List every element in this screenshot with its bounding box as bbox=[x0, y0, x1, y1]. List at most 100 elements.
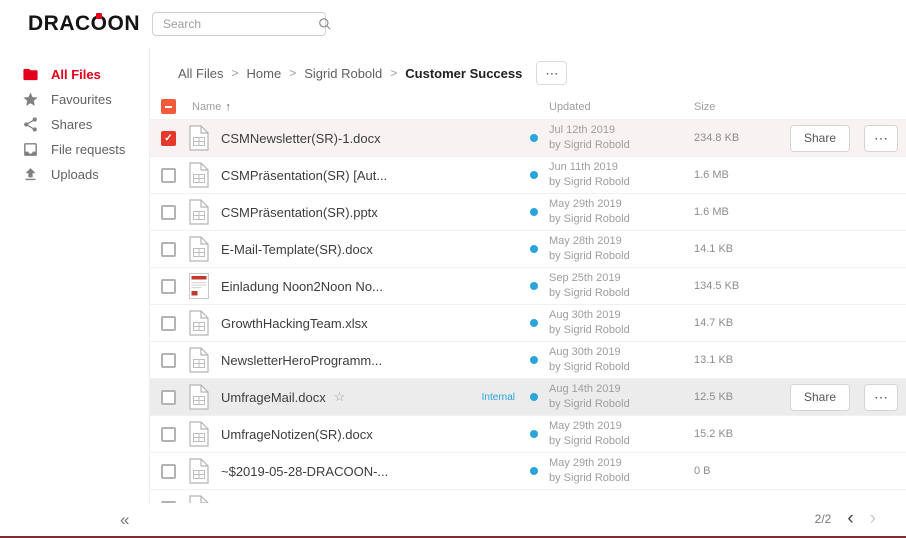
status-dot bbox=[530, 208, 538, 216]
row-checkbox[interactable] bbox=[161, 389, 176, 405]
table-row[interactable]: NewsletterHeroProgramm... Aug 30th 2019 by… bbox=[150, 342, 906, 379]
document-file-icon bbox=[189, 162, 209, 188]
sidebar: All Files Favourites Shares File requests Up… bbox=[0, 48, 150, 536]
table-row[interactable]: Einladung Noon2Noon No... Sep 25th 2019 by… bbox=[150, 268, 906, 305]
upload-icon bbox=[22, 166, 39, 183]
status-dot bbox=[530, 319, 538, 327]
row-more-button[interactable]: ⋯ bbox=[864, 383, 898, 411]
updated-cell: May 28th 2019 by Sigrid Robold bbox=[549, 234, 694, 264]
table-row[interactable]: ~$2019-05-28-DRACOON-... May 29th 2019 by … bbox=[150, 453, 906, 490]
row-checkbox[interactable] bbox=[161, 278, 176, 294]
row-checkbox[interactable] bbox=[161, 204, 176, 220]
name-cell: CSMPräsentation(SR) [Aut... bbox=[221, 168, 519, 183]
name-cell: GrowthHackingTeam.xlsx bbox=[221, 316, 519, 331]
size-cell: 0 B bbox=[694, 465, 711, 477]
row-checkbox[interactable] bbox=[161, 426, 176, 442]
image-thumbnail-icon bbox=[189, 273, 209, 299]
share-cell: Share bbox=[786, 124, 850, 152]
column-header-size[interactable]: Size bbox=[694, 101, 786, 113]
share-button[interactable]: Share bbox=[789, 383, 850, 411]
file-name[interactable]: UmfrageNotizen(SR).docx bbox=[221, 427, 373, 442]
updated-by: by Sigrid Robold bbox=[549, 213, 630, 225]
status-dot bbox=[530, 245, 538, 253]
updated-by: by Sigrid Robold bbox=[549, 324, 630, 336]
name-cell: E-Mail-Template(SR).docx bbox=[221, 242, 519, 257]
sidebar-item-label: Uploads bbox=[51, 167, 99, 182]
row-checkbox[interactable] bbox=[161, 463, 176, 479]
sidebar-item-label: All Files bbox=[51, 67, 101, 82]
file-name[interactable]: CSMPräsentation(SR).pptx bbox=[221, 205, 378, 220]
breadcrumb-separator: > bbox=[390, 66, 398, 80]
updated-by: by Sigrid Robold bbox=[549, 250, 630, 262]
document-file-icon bbox=[189, 458, 209, 484]
file-name[interactable]: UmfrageMail.docx bbox=[221, 390, 326, 405]
sidebar-item-shares[interactable]: Shares bbox=[0, 112, 149, 137]
breadcrumb-more-button[interactable]: ⋯ bbox=[536, 61, 568, 85]
column-header-updated[interactable]: Updated bbox=[549, 101, 694, 113]
sort-ascending-icon: ↑ bbox=[225, 100, 231, 113]
sidebar-item-file-requests[interactable]: File requests bbox=[0, 137, 149, 162]
updated-date: Jul 12th 2019 bbox=[549, 124, 616, 137]
select-all-checkbox[interactable] bbox=[161, 99, 176, 114]
table-row[interactable]: CSMNewsletter(SR)-1.docx Jul 12th 2019 by … bbox=[150, 120, 906, 157]
breadcrumb-item[interactable]: All Files bbox=[178, 66, 224, 81]
row-checkbox[interactable] bbox=[161, 241, 176, 257]
sidebar-item-all-files[interactable]: All Files bbox=[0, 62, 149, 87]
table-row[interactable]: CSMPräsentation(SR).pptx May 29th 2019 by … bbox=[150, 194, 906, 231]
collapse-sidebar-button[interactable]: « bbox=[120, 510, 129, 530]
search-input[interactable] bbox=[153, 17, 318, 31]
updated-by: by Sigrid Robold bbox=[549, 435, 630, 447]
table-row[interactable]: CSMPräsentation(SR) [Aut... Jun 11th 2019… bbox=[150, 157, 906, 194]
table-row[interactable]: GrowthHackingTeam.xlsx Aug 30th 2019 by Si… bbox=[150, 305, 906, 342]
column-header-name[interactable]: Name ↑ bbox=[192, 101, 549, 113]
updated-by: by Sigrid Robold bbox=[549, 472, 630, 484]
status-cell bbox=[519, 134, 549, 142]
name-cell: CSMPräsentation(SR).pptx bbox=[221, 205, 519, 220]
updated-by: by Sigrid Robold bbox=[549, 398, 630, 410]
file-name[interactable]: Einladung Noon2Noon No... bbox=[221, 279, 383, 294]
breadcrumb-item[interactable]: Sigrid Robold bbox=[304, 66, 382, 81]
updated-date: May 29th 2019 bbox=[549, 457, 622, 470]
document-file-icon bbox=[189, 199, 209, 225]
size-cell: 14.1 KB bbox=[694, 243, 734, 255]
breadcrumb-item[interactable]: Customer Success bbox=[405, 66, 522, 81]
main-panel: All Files > Home > Sigrid Robold > Customer Su… bbox=[150, 48, 906, 536]
classification-badge: Internal bbox=[481, 391, 515, 403]
share-button[interactable]: Share bbox=[789, 124, 850, 152]
favourite-star-icon[interactable]: ☆ bbox=[334, 389, 346, 405]
row-checkbox[interactable] bbox=[161, 167, 176, 183]
table-row[interactable]: UmfrageNotizen(SR).docx May 29th 2019 by S… bbox=[150, 416, 906, 453]
breadcrumb-separator: > bbox=[289, 66, 297, 80]
next-page-button[interactable]: › bbox=[870, 509, 876, 528]
file-name[interactable]: ~$2019-05-28-DRACOON-... bbox=[221, 464, 388, 479]
table-row[interactable]: E-Mail-Template(SR).docx May 28th 2019 by … bbox=[150, 231, 906, 268]
sidebar-item-label: Favourites bbox=[51, 92, 112, 107]
row-checkbox[interactable] bbox=[161, 130, 176, 146]
file-name[interactable]: E-Mail-Template(SR).docx bbox=[221, 242, 373, 257]
size-cell: 1.6 MB bbox=[694, 206, 729, 218]
status-cell bbox=[519, 208, 549, 216]
table-row[interactable]: UmfrageMail.docx ☆ Internal Aug 14th 2019 by… bbox=[150, 379, 906, 416]
prev-page-button[interactable]: ‹ bbox=[847, 509, 853, 528]
search-icon[interactable] bbox=[318, 17, 332, 31]
logo-accent-dot bbox=[96, 13, 102, 19]
sidebar-item-label: File requests bbox=[51, 142, 126, 157]
name-cell: UmfrageMail.docx ☆ Internal bbox=[221, 389, 519, 405]
row-checkbox[interactable] bbox=[161, 352, 176, 368]
name-cell: NewsletterHeroProgramm... bbox=[221, 353, 519, 368]
file-name[interactable]: NewsletterHeroProgramm... bbox=[221, 353, 382, 368]
row-checkbox[interactable] bbox=[161, 315, 176, 331]
star-icon bbox=[22, 91, 39, 108]
sidebar-item-favourites[interactable]: Favourites bbox=[0, 87, 149, 112]
file-name[interactable]: CSMNewsletter(SR)-1.docx bbox=[221, 131, 381, 146]
sidebar-item-uploads[interactable]: Uploads bbox=[0, 162, 149, 187]
file-name[interactable]: CSMPräsentation(SR) [Aut... bbox=[221, 168, 387, 183]
file-name[interactable]: GrowthHackingTeam.xlsx bbox=[221, 316, 368, 331]
row-more-button[interactable]: ⋯ bbox=[864, 124, 898, 152]
document-file-icon bbox=[189, 125, 209, 151]
breadcrumb-item[interactable]: Home bbox=[247, 66, 282, 81]
search-box[interactable] bbox=[152, 12, 331, 36]
breadcrumb-bar: All Files > Home > Sigrid Robold > Customer Su… bbox=[150, 48, 906, 94]
updated-cell: Jul 12th 2019 by Sigrid Robold bbox=[549, 123, 694, 153]
file-list: CSMNewsletter(SR)-1.docx Jul 12th 2019 by … bbox=[150, 120, 906, 527]
